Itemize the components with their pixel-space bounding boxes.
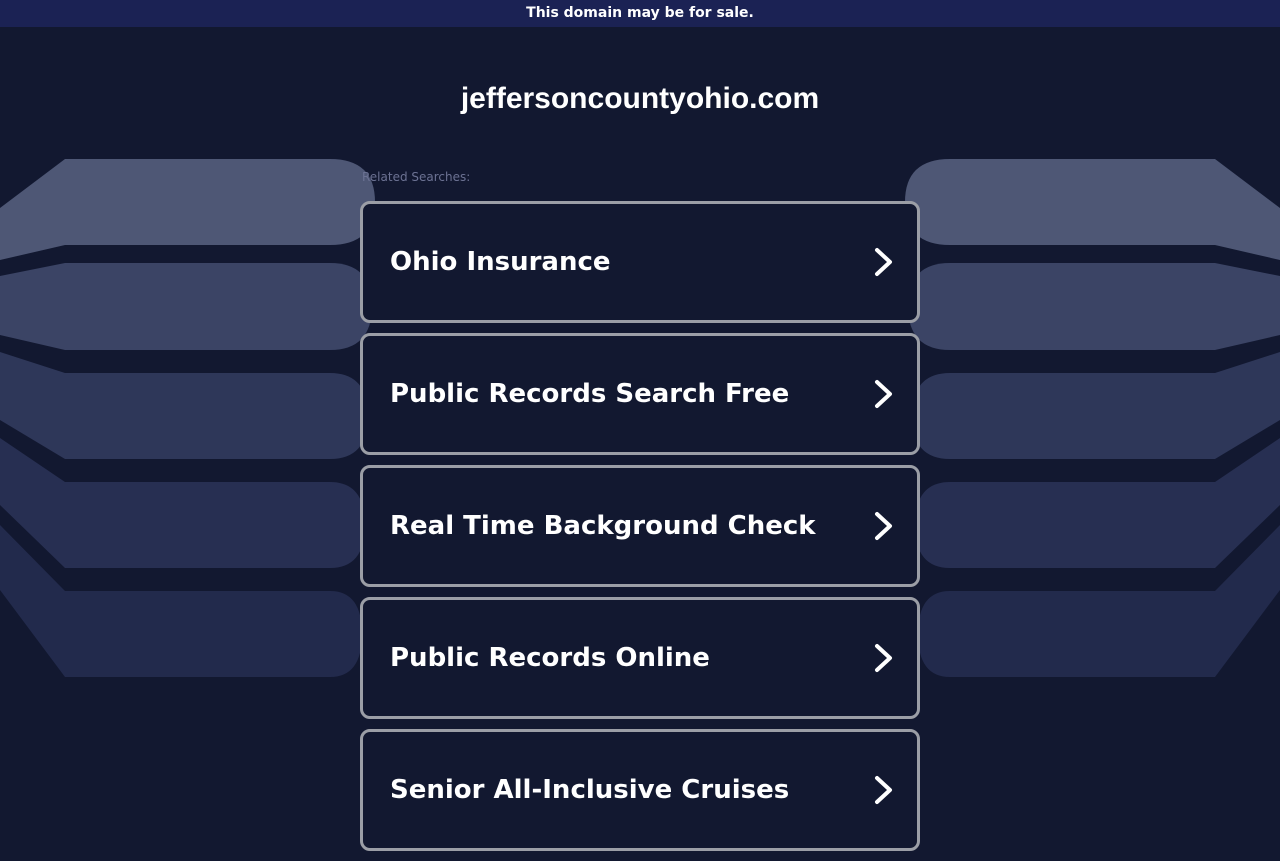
chevron-right-icon <box>875 248 892 276</box>
related-search-label: Public Records Online <box>390 643 710 673</box>
related-searches-label: Related Searches: <box>362 170 471 184</box>
related-search-label: Real Time Background Check <box>390 511 816 541</box>
related-search-label: Public Records Search Free <box>390 379 790 409</box>
related-search-label: Senior All-Inclusive Cruises <box>390 775 790 805</box>
related-search-link-ohio-insurance[interactable]: Ohio Insurance <box>360 201 920 323</box>
chevron-right-icon <box>875 644 892 672</box>
for-sale-banner[interactable]: This domain may be for sale. <box>0 0 1280 27</box>
chevron-right-icon <box>875 512 892 540</box>
related-searches-list: Ohio Insurance Public Records Search Fre… <box>360 201 920 861</box>
related-search-link-public-records-search-free[interactable]: Public Records Search Free <box>360 333 920 455</box>
related-search-label: Ohio Insurance <box>390 247 611 277</box>
chevron-right-icon <box>875 380 892 408</box>
domain-title: jeffersoncountyohio.com <box>460 82 820 115</box>
related-search-link-real-time-background-check[interactable]: Real Time Background Check <box>360 465 920 587</box>
chevron-right-icon <box>875 776 892 804</box>
related-search-link-public-records-online[interactable]: Public Records Online <box>360 597 920 719</box>
related-search-link-senior-all-inclusive-cruises[interactable]: Senior All-Inclusive Cruises <box>360 729 920 851</box>
